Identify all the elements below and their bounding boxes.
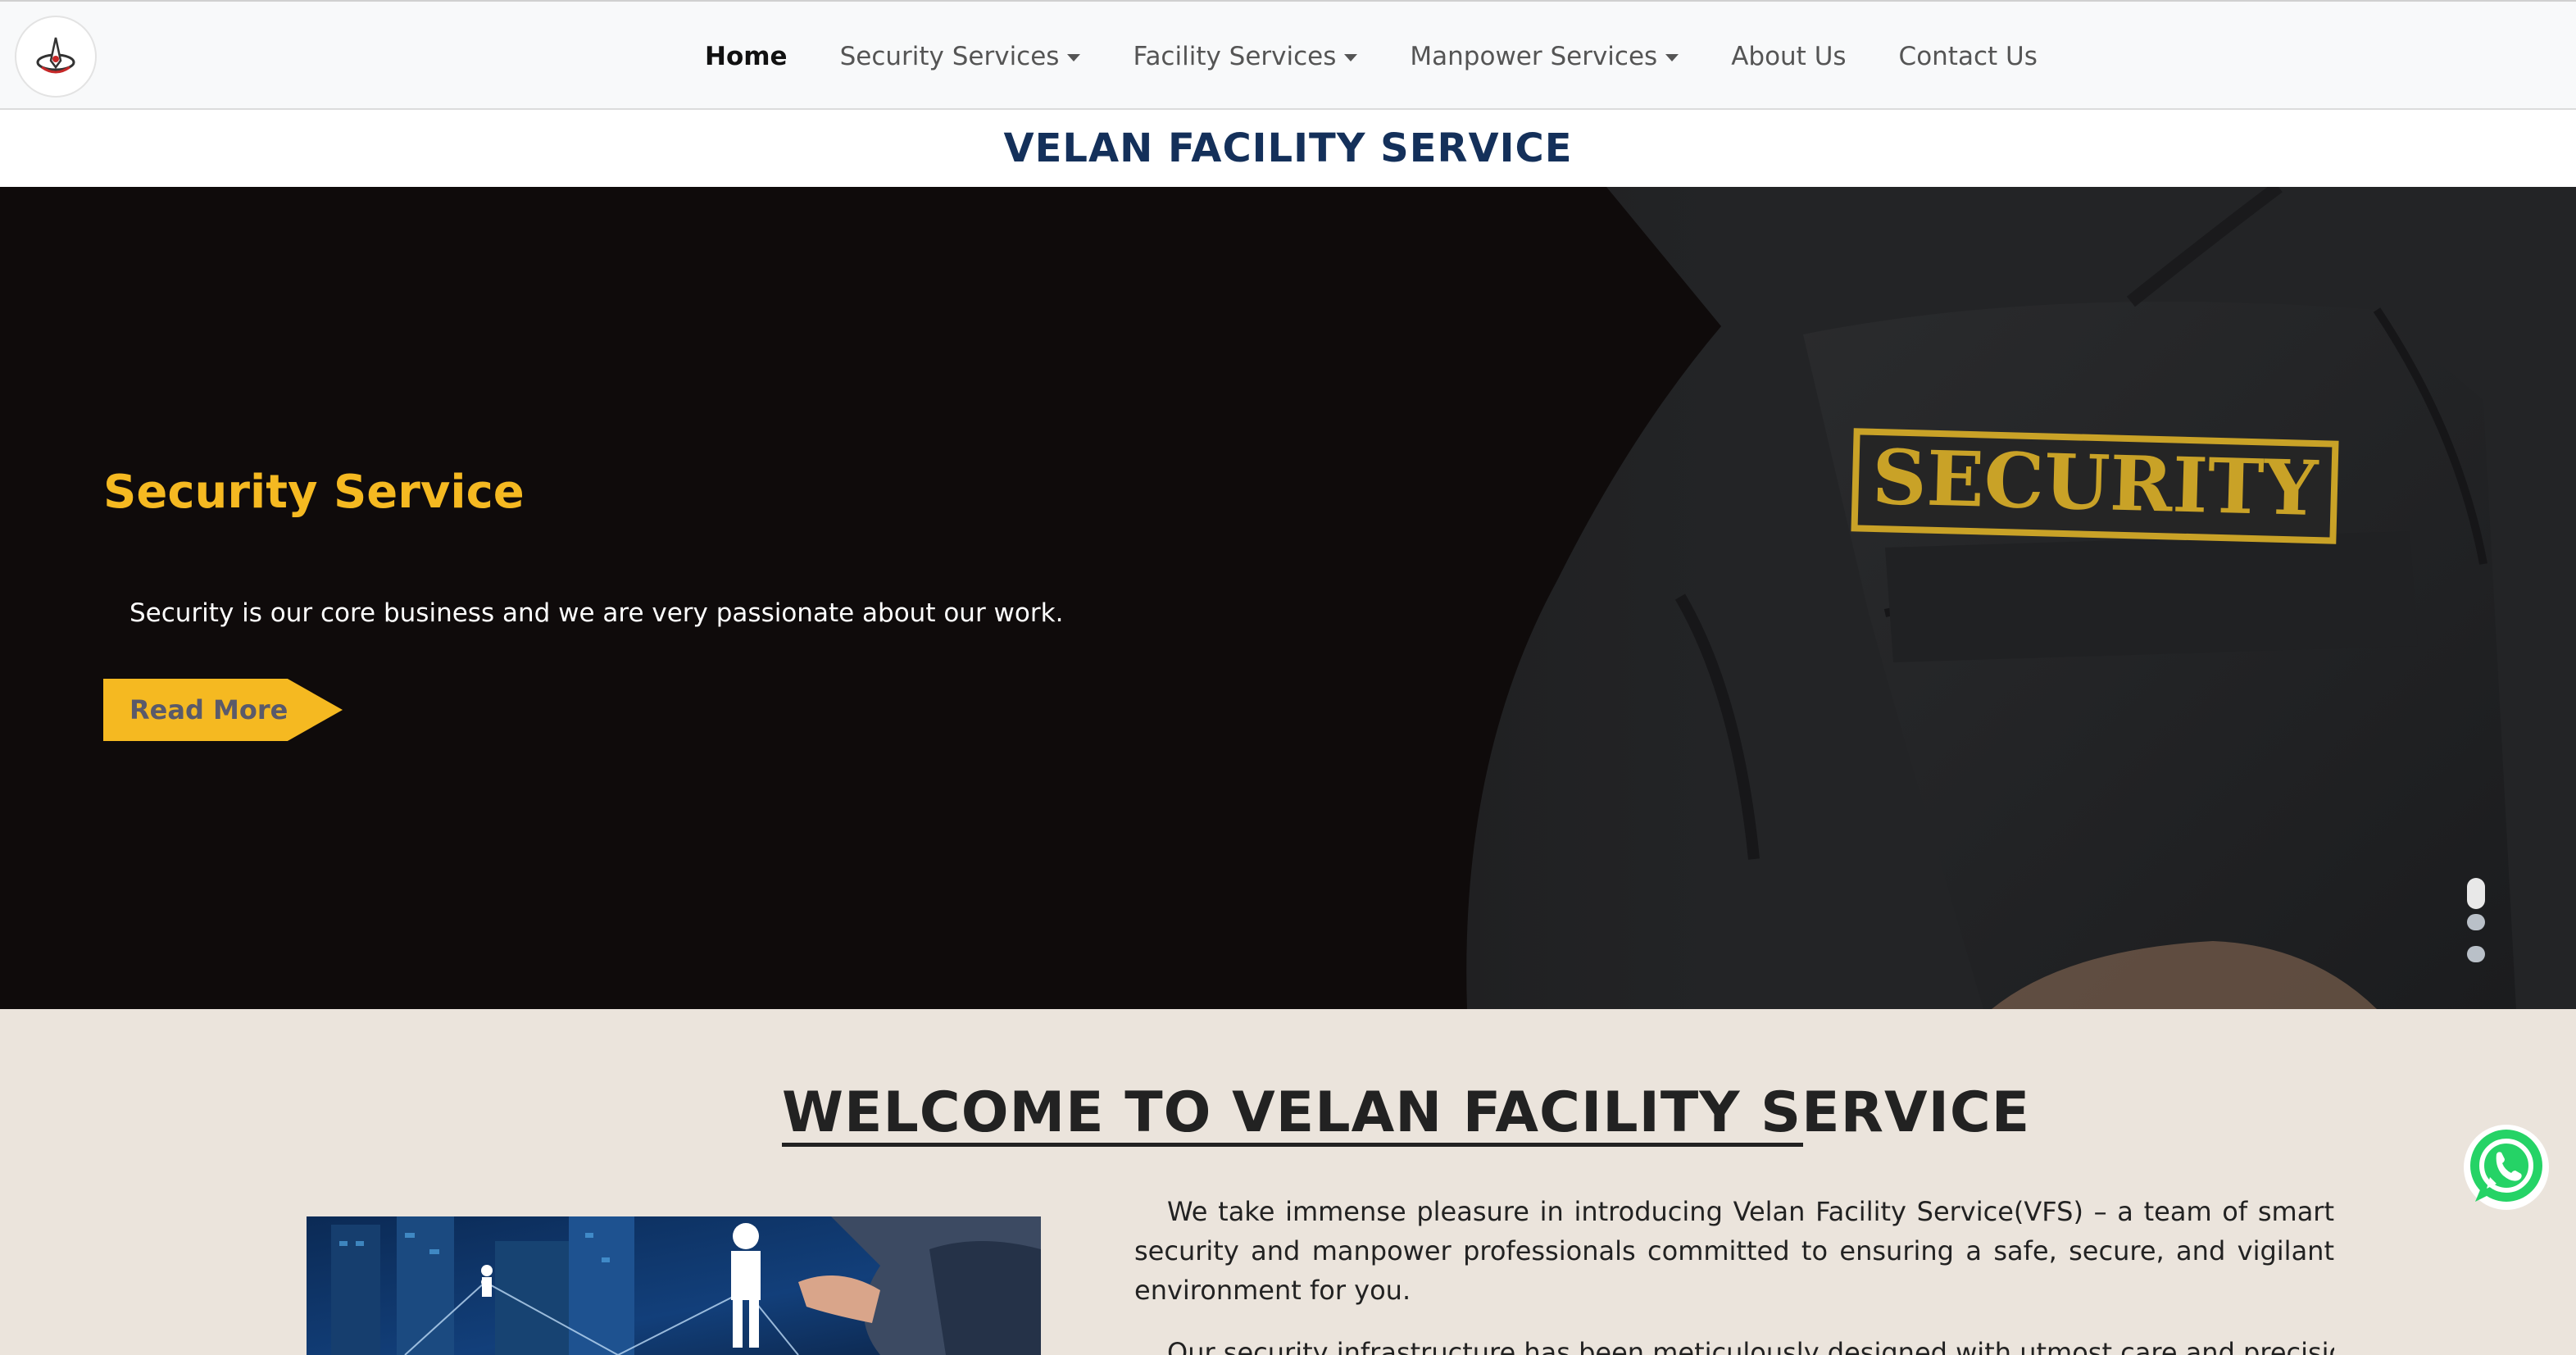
nav-facility-services[interactable]: Facility Services bbox=[1133, 42, 1358, 71]
caret-down-icon bbox=[1344, 53, 1358, 61]
network-business-image bbox=[307, 1216, 1041, 1355]
welcome-heading: WELCOME TO VELAN FACILITY SERVICE bbox=[782, 1080, 2031, 1145]
welcome-heading-underline bbox=[782, 1143, 1803, 1147]
nav-manpower-services-label: Manpower Services bbox=[1410, 42, 1658, 71]
hero-title: Security Service bbox=[103, 466, 525, 519]
compass-logo-icon bbox=[36, 37, 75, 74]
intro-paragraph: We take immense pleasure in introducing … bbox=[1134, 1196, 2334, 1306]
navbar: Home Security Services Facility Services… bbox=[0, 0, 2576, 110]
carousel-indicator-2[interactable] bbox=[2467, 914, 2485, 930]
site-title: VELAN FACILITY SERVICE bbox=[1003, 125, 1573, 171]
whatsapp-icon bbox=[2464, 1125, 2549, 1210]
carousel-indicator-1[interactable] bbox=[2467, 878, 2485, 909]
site-logo[interactable] bbox=[15, 16, 97, 98]
nav-home-label: Home bbox=[705, 42, 788, 71]
title-bar: VELAN FACILITY SERVICE bbox=[0, 110, 2576, 187]
carousel-indicator-3[interactable] bbox=[2467, 946, 2485, 962]
read-more-label: Read More bbox=[129, 694, 288, 725]
nav-facility-services-label: Facility Services bbox=[1133, 42, 1337, 71]
caret-down-icon bbox=[1665, 53, 1679, 61]
carousel-indicators bbox=[2464, 878, 2488, 976]
nav-security-services-label: Security Services bbox=[839, 42, 1060, 71]
nav-about-us[interactable]: About Us bbox=[1731, 42, 1846, 71]
hero-description: Security is our core business and we are… bbox=[129, 598, 1064, 628]
intro-paragraph-2: Our security infrastructure has been met… bbox=[1167, 1337, 2334, 1355]
nav-security-services[interactable]: Security Services bbox=[840, 42, 1081, 71]
nav-home[interactable]: Home bbox=[705, 42, 788, 71]
security-patch-text: SECURITY bbox=[1871, 433, 2320, 533]
whatsapp-button[interactable] bbox=[2462, 1123, 2551, 1212]
nav-about-us-label: About Us bbox=[1731, 42, 1847, 71]
nav-contact-us[interactable]: Contact Us bbox=[1899, 42, 2038, 71]
caret-down-icon bbox=[1067, 53, 1081, 61]
nav-manpower-services[interactable]: Manpower Services bbox=[1410, 42, 1679, 71]
main-nav: Home Security Services Facility Services… bbox=[705, 2, 2090, 111]
hero-carousel: SECURITY Security Service Security is ou… bbox=[0, 187, 2576, 1009]
nav-contact-us-label: Contact Us bbox=[1898, 42, 2038, 71]
